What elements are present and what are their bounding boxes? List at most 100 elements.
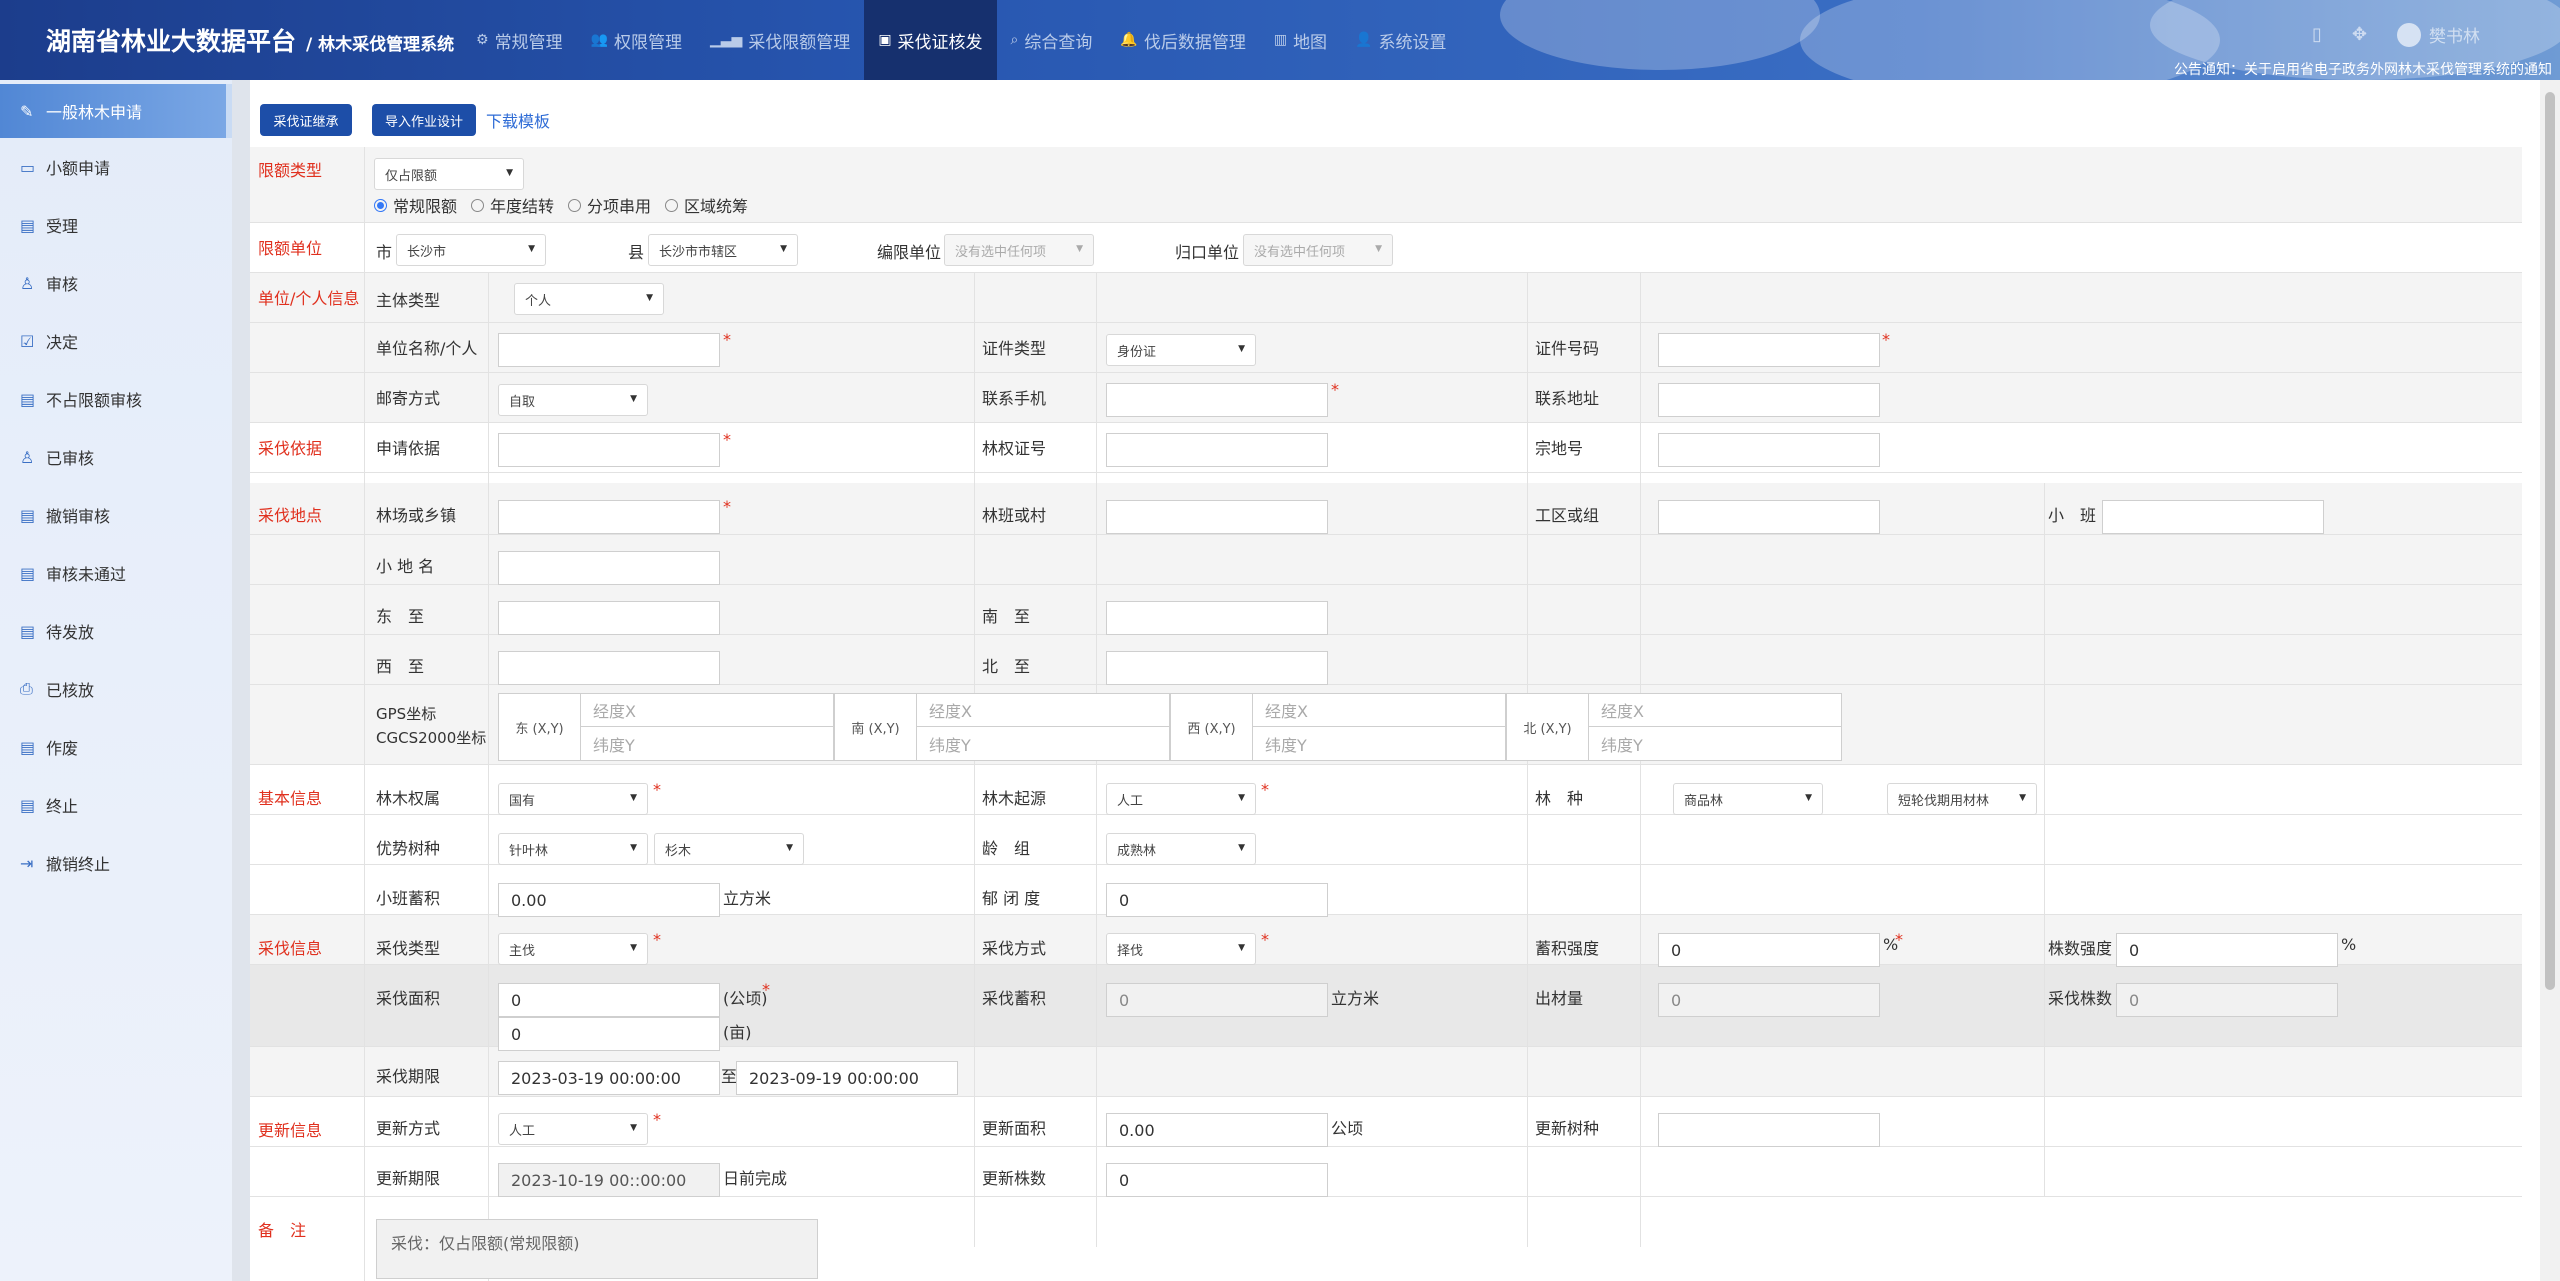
gps-west-x-input[interactable]: 经度X [1253, 694, 1505, 727]
work-area-field[interactable] [1658, 500, 1880, 534]
county-select[interactable]: 长沙市市辖区 ▼ [648, 234, 798, 266]
id-number-field[interactable] [1658, 333, 1880, 367]
applicant-name-field[interactable] [498, 333, 720, 367]
id-type-select[interactable]: 身份证 ▼ [1106, 334, 1256, 366]
sidebar-item-revoke-terminate[interactable]: ⇥ 撤销终止 [0, 834, 232, 892]
gps-east-x-input[interactable]: 经度X [581, 694, 833, 727]
gears-icon: ⚙ [476, 32, 489, 48]
radio-regular-quota[interactable]: 常规限额 [374, 193, 457, 217]
nav-system-settings[interactable]: 👤 系统设置 [1341, 0, 1460, 80]
page-scrollbar[interactable] [2540, 80, 2560, 1281]
required-mark: * [723, 330, 731, 349]
gps-south-x-input[interactable]: 经度X [917, 694, 1169, 727]
volume-intensity-field[interactable]: 0 [1658, 933, 1880, 967]
nav-comprehensive-query[interactable]: ⌕ 综合查询 [997, 0, 1107, 80]
sidebar-item-terminate[interactable]: ▤ 终止 [0, 776, 232, 834]
nav-map[interactable]: ▥ 地图 [1260, 0, 1341, 80]
timber-output-field[interactable]: 0 [1658, 983, 1880, 1017]
forest-cert-field[interactable] [1106, 433, 1328, 467]
nav-post-harvest-data[interactable]: 🔔 伐后数据管理 [1106, 0, 1259, 80]
renewal-method-select[interactable]: 人工 ▼ [498, 1113, 648, 1145]
farm-field[interactable] [498, 500, 720, 534]
sidebar-item-issued[interactable]: ⎙ 已核放 [0, 660, 232, 718]
gps-north-x-input[interactable]: 经度X [1589, 694, 1841, 727]
document-icon[interactable]: ▯ [2312, 24, 2322, 45]
gps-south-y-input[interactable]: 纬度Y [917, 727, 1169, 760]
radio-item-transfer[interactable]: 分项串用 [568, 193, 651, 217]
notice-marquee[interactable]: 公告通知：关于启用省电子政务外网林木采伐管理系统的通知 [2174, 59, 2552, 79]
stem-count-field[interactable]: 0 [2116, 983, 2338, 1017]
canopy-density-field[interactable]: 0 [1106, 883, 1328, 917]
dominant-species-select-1[interactable]: 针叶林 ▼ [498, 833, 648, 865]
guikou-unit-select[interactable]: 没有选中任何项 ▼ [1243, 234, 1393, 266]
renewal-area-field[interactable]: 0.00 [1106, 1113, 1328, 1147]
sidebar-item-reviewed[interactable]: ♙ 已审核 [0, 428, 232, 486]
quota-type-select[interactable]: 仅占限额 ▼ [374, 158, 524, 190]
gps-west-y-input[interactable]: 纬度Y [1253, 727, 1505, 760]
harvest-area-ha-field[interactable]: 0 [498, 983, 720, 1017]
dominant-species-select-2[interactable]: 杉木 ▼ [654, 833, 804, 865]
subject-type-select[interactable]: 个人 ▼ [514, 283, 664, 315]
radio-regional-coordination[interactable]: 区域统筹 [665, 193, 748, 217]
forest-type-select-1[interactable]: 商品林 ▼ [1673, 783, 1823, 815]
forest-type-select-2[interactable]: 短轮伐期用材林 ▼ [1887, 783, 2037, 815]
fullscreen-icon[interactable]: ✥ [2352, 24, 2367, 45]
import-design-button[interactable]: 导入作业设计 [372, 104, 476, 136]
harvest-type-select[interactable]: 主伐 ▼ [498, 933, 648, 965]
harvest-volume-field[interactable]: 0 [1106, 983, 1328, 1017]
sidebar-item-review[interactable]: ♙ 审核 [0, 254, 232, 312]
mail-method-select[interactable]: 自取 ▼ [498, 384, 648, 416]
harvest-method-select[interactable]: 择伐 ▼ [1106, 933, 1256, 965]
sidebar-item-non-quota-review[interactable]: ▤ 不占限额审核 [0, 370, 232, 428]
user-name[interactable]: 樊书林 [2429, 22, 2480, 47]
inherit-license-button[interactable]: 采伐证继承 [260, 104, 352, 136]
forest-type-label: 林 种 [1535, 789, 1584, 808]
north-boundary-field[interactable] [1106, 651, 1328, 685]
download-template-link[interactable]: 下载模板 [486, 108, 550, 132]
sidebar-item-review-rejected[interactable]: ▤ 审核未通过 [0, 544, 232, 602]
section-quota-type: 限额类型 [258, 161, 323, 180]
renewal-species-field[interactable] [1658, 1113, 1880, 1147]
bianxian-unit-select[interactable]: 没有选中任何项 ▼ [944, 234, 1094, 266]
nav-license-issuance[interactable]: ▣ 采伐证核发 [864, 0, 997, 80]
sidebar-item-pending-issue[interactable]: ▤ 待发放 [0, 602, 232, 660]
nav-quota-management[interactable]: ▁▃▅ 采伐限额管理 [696, 0, 864, 80]
south-boundary-field[interactable] [1106, 601, 1328, 635]
sidebar-item-void[interactable]: ▤ 作废 [0, 718, 232, 776]
ownership-select[interactable]: 国有 ▼ [498, 783, 648, 815]
sidebar-item-small-application[interactable]: ▭ 小额申请 [0, 138, 232, 196]
parcel-field[interactable] [1658, 433, 1880, 467]
user-icon: 👤 [1355, 32, 1373, 48]
stock-volume-field[interactable]: 0.00 [498, 883, 720, 917]
apply-basis-field[interactable] [498, 433, 720, 467]
gps-north-y-input[interactable]: 纬度Y [1589, 727, 1841, 760]
harvest-period-start[interactable]: 2023-03-19 00:00:00 [498, 1061, 720, 1095]
village-field[interactable] [1106, 500, 1328, 534]
address-field[interactable] [1658, 383, 1880, 417]
origin-select[interactable]: 人工 ▼ [1106, 783, 1256, 815]
harvest-area-mu-field[interactable]: 0 [498, 1017, 720, 1051]
radio-annual-carryover[interactable]: 年度结转 [471, 193, 554, 217]
place-name-field[interactable] [498, 551, 720, 585]
id-type-label: 证件类型 [982, 339, 1047, 358]
sidebar-item-revoke-review[interactable]: ▤ 撤销审核 [0, 486, 232, 544]
renewal-count-field[interactable]: 0 [1106, 1163, 1328, 1197]
gps-east-y-input[interactable]: 纬度Y [581, 727, 833, 760]
renewal-deadline-field[interactable]: 2023-10-19 00::00:00 [498, 1163, 720, 1197]
phone-field[interactable] [1106, 383, 1328, 417]
sidebar-item-accept[interactable]: ▤ 受理 [0, 196, 232, 254]
avatar[interactable] [2397, 22, 2421, 47]
age-group-select[interactable]: 成熟林 ▼ [1106, 833, 1256, 865]
subcompartment-field[interactable] [2102, 500, 2324, 534]
east-boundary-field[interactable] [498, 601, 720, 635]
scrollbar-thumb[interactable] [2545, 92, 2555, 990]
sidebar-item-decision[interactable]: ☑ 决定 [0, 312, 232, 370]
sidebar-item-general-application[interactable]: ✎ 一般林木申请 [0, 84, 232, 138]
stem-intensity-field[interactable]: 0 [2116, 933, 2338, 967]
nav-general-management[interactable]: ⚙ 常规管理 [462, 0, 577, 80]
harvest-period-end[interactable]: 2023-09-19 00:00:00 [736, 1061, 958, 1095]
city-select[interactable]: 长沙市 ▼ [396, 234, 546, 266]
remarks-textarea[interactable]: 采伐：仅占限额(常规限额) [376, 1219, 818, 1279]
nav-permission-management[interactable]: 👥 权限管理 [577, 0, 696, 80]
west-boundary-field[interactable] [498, 651, 720, 685]
